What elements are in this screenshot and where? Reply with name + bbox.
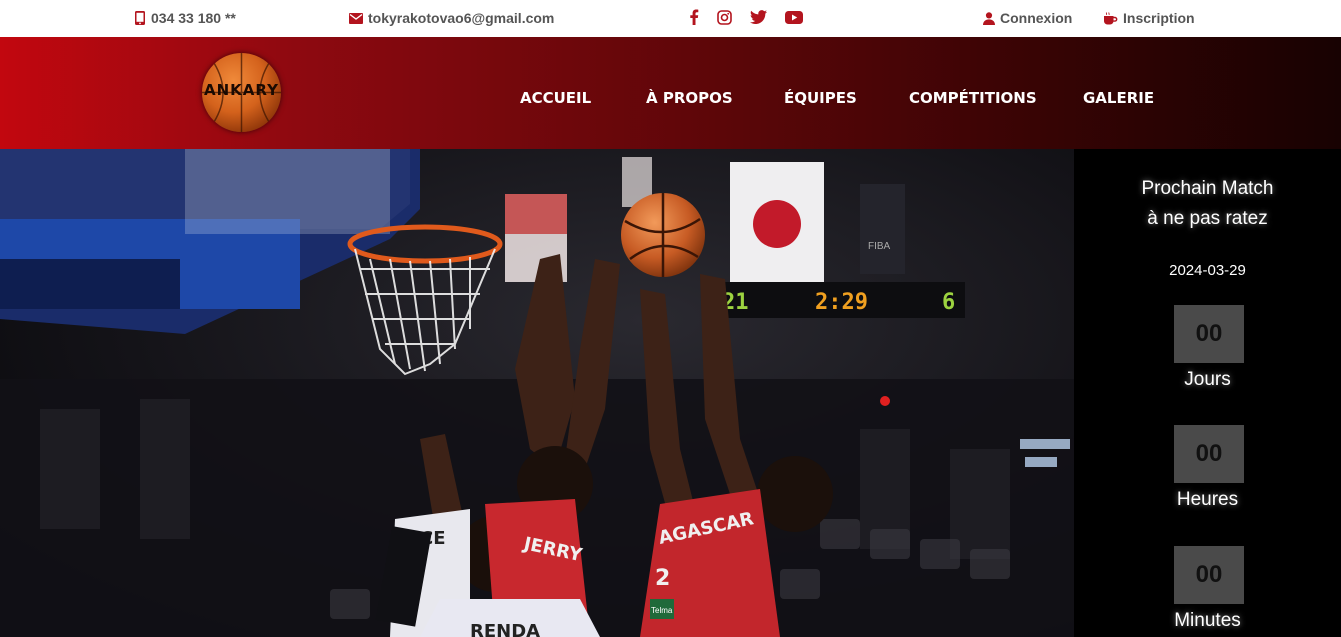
phone-contact: 034 33 180 ** (134, 10, 236, 26)
next-match-title-line2: à ne pas ratez (1147, 208, 1268, 229)
countdown-minutes-value: 00 (1174, 546, 1244, 604)
email-address[interactable]: tokyrakotovao6@gmail.com (368, 10, 554, 26)
hero-image: FIBA 21 2:29 6 JERRY AGASCAR 2 RENDA CE … (0, 149, 1074, 637)
countdown-days-value: 00 (1174, 305, 1244, 363)
countdown-minutes-label: Minutes (1174, 610, 1241, 631)
scoreboard-clock: 2:29 (815, 290, 868, 315)
countdown-hours-value: 00 (1174, 425, 1244, 483)
nav-item-galerie[interactable]: GALERIE (1083, 89, 1154, 107)
signup-label[interactable]: Inscription (1123, 10, 1195, 26)
scoreboard-away: 6 (942, 290, 955, 315)
sponsor-logo: Telma (651, 606, 673, 615)
login-link[interactable]: Connexion (983, 10, 1072, 26)
envelope-icon (349, 12, 363, 24)
nav-item-equipes[interactable]: ÉQUIPES (784, 89, 857, 107)
next-match-panel: Prochain Match à ne pas ratez 2024-03-29… (1074, 149, 1341, 637)
signup-link[interactable]: Inscription (1103, 10, 1195, 26)
login-label[interactable]: Connexion (1000, 10, 1072, 26)
nav-item-competitions[interactable]: COMPÉTITIONS (909, 89, 1037, 107)
banner-text: FIBA (868, 241, 891, 252)
next-match-title-line1: Prochain Match (1141, 178, 1274, 199)
mobile-phone-icon (135, 11, 145, 25)
facebook-icon[interactable] (689, 9, 699, 30)
jersey-text-3: RENDA (470, 621, 540, 637)
countdown-days-label: Jours (1184, 369, 1231, 390)
coffee-cup-icon (1104, 11, 1118, 24)
basketball-scene-illustration: FIBA 21 2:29 6 JERRY AGASCAR 2 RENDA CE … (0, 149, 1074, 637)
twitter-icon[interactable] (750, 10, 767, 29)
countdown-hours-label: Heures (1176, 489, 1239, 510)
top-bar: 034 33 180 ** tokyrakotovao6@gmail.com C… (0, 0, 1341, 37)
site-header: ANKARY ACCUEIL À PROPOS ÉQUIPES COMPÉTIT… (0, 37, 1341, 149)
phone-number: 034 33 180 ** (151, 10, 236, 26)
user-icon (983, 11, 995, 25)
club-logo[interactable]: ANKARY (202, 53, 281, 132)
nav-item-a-propos[interactable]: À PROPOS (646, 89, 733, 107)
email-contact[interactable]: tokyrakotovao6@gmail.com (349, 10, 554, 26)
next-match-title: Prochain Match à ne pas ratez (1074, 174, 1341, 234)
nav-item-accueil[interactable]: ACCUEIL (520, 89, 591, 107)
next-match-date: 2024-03-29 (1169, 262, 1246, 279)
logo-wordmark: ANKARY (204, 81, 279, 99)
youtube-icon[interactable] (785, 10, 803, 29)
jersey-number: 2 (655, 566, 670, 591)
social-links (689, 9, 803, 30)
instagram-icon[interactable] (717, 9, 732, 30)
